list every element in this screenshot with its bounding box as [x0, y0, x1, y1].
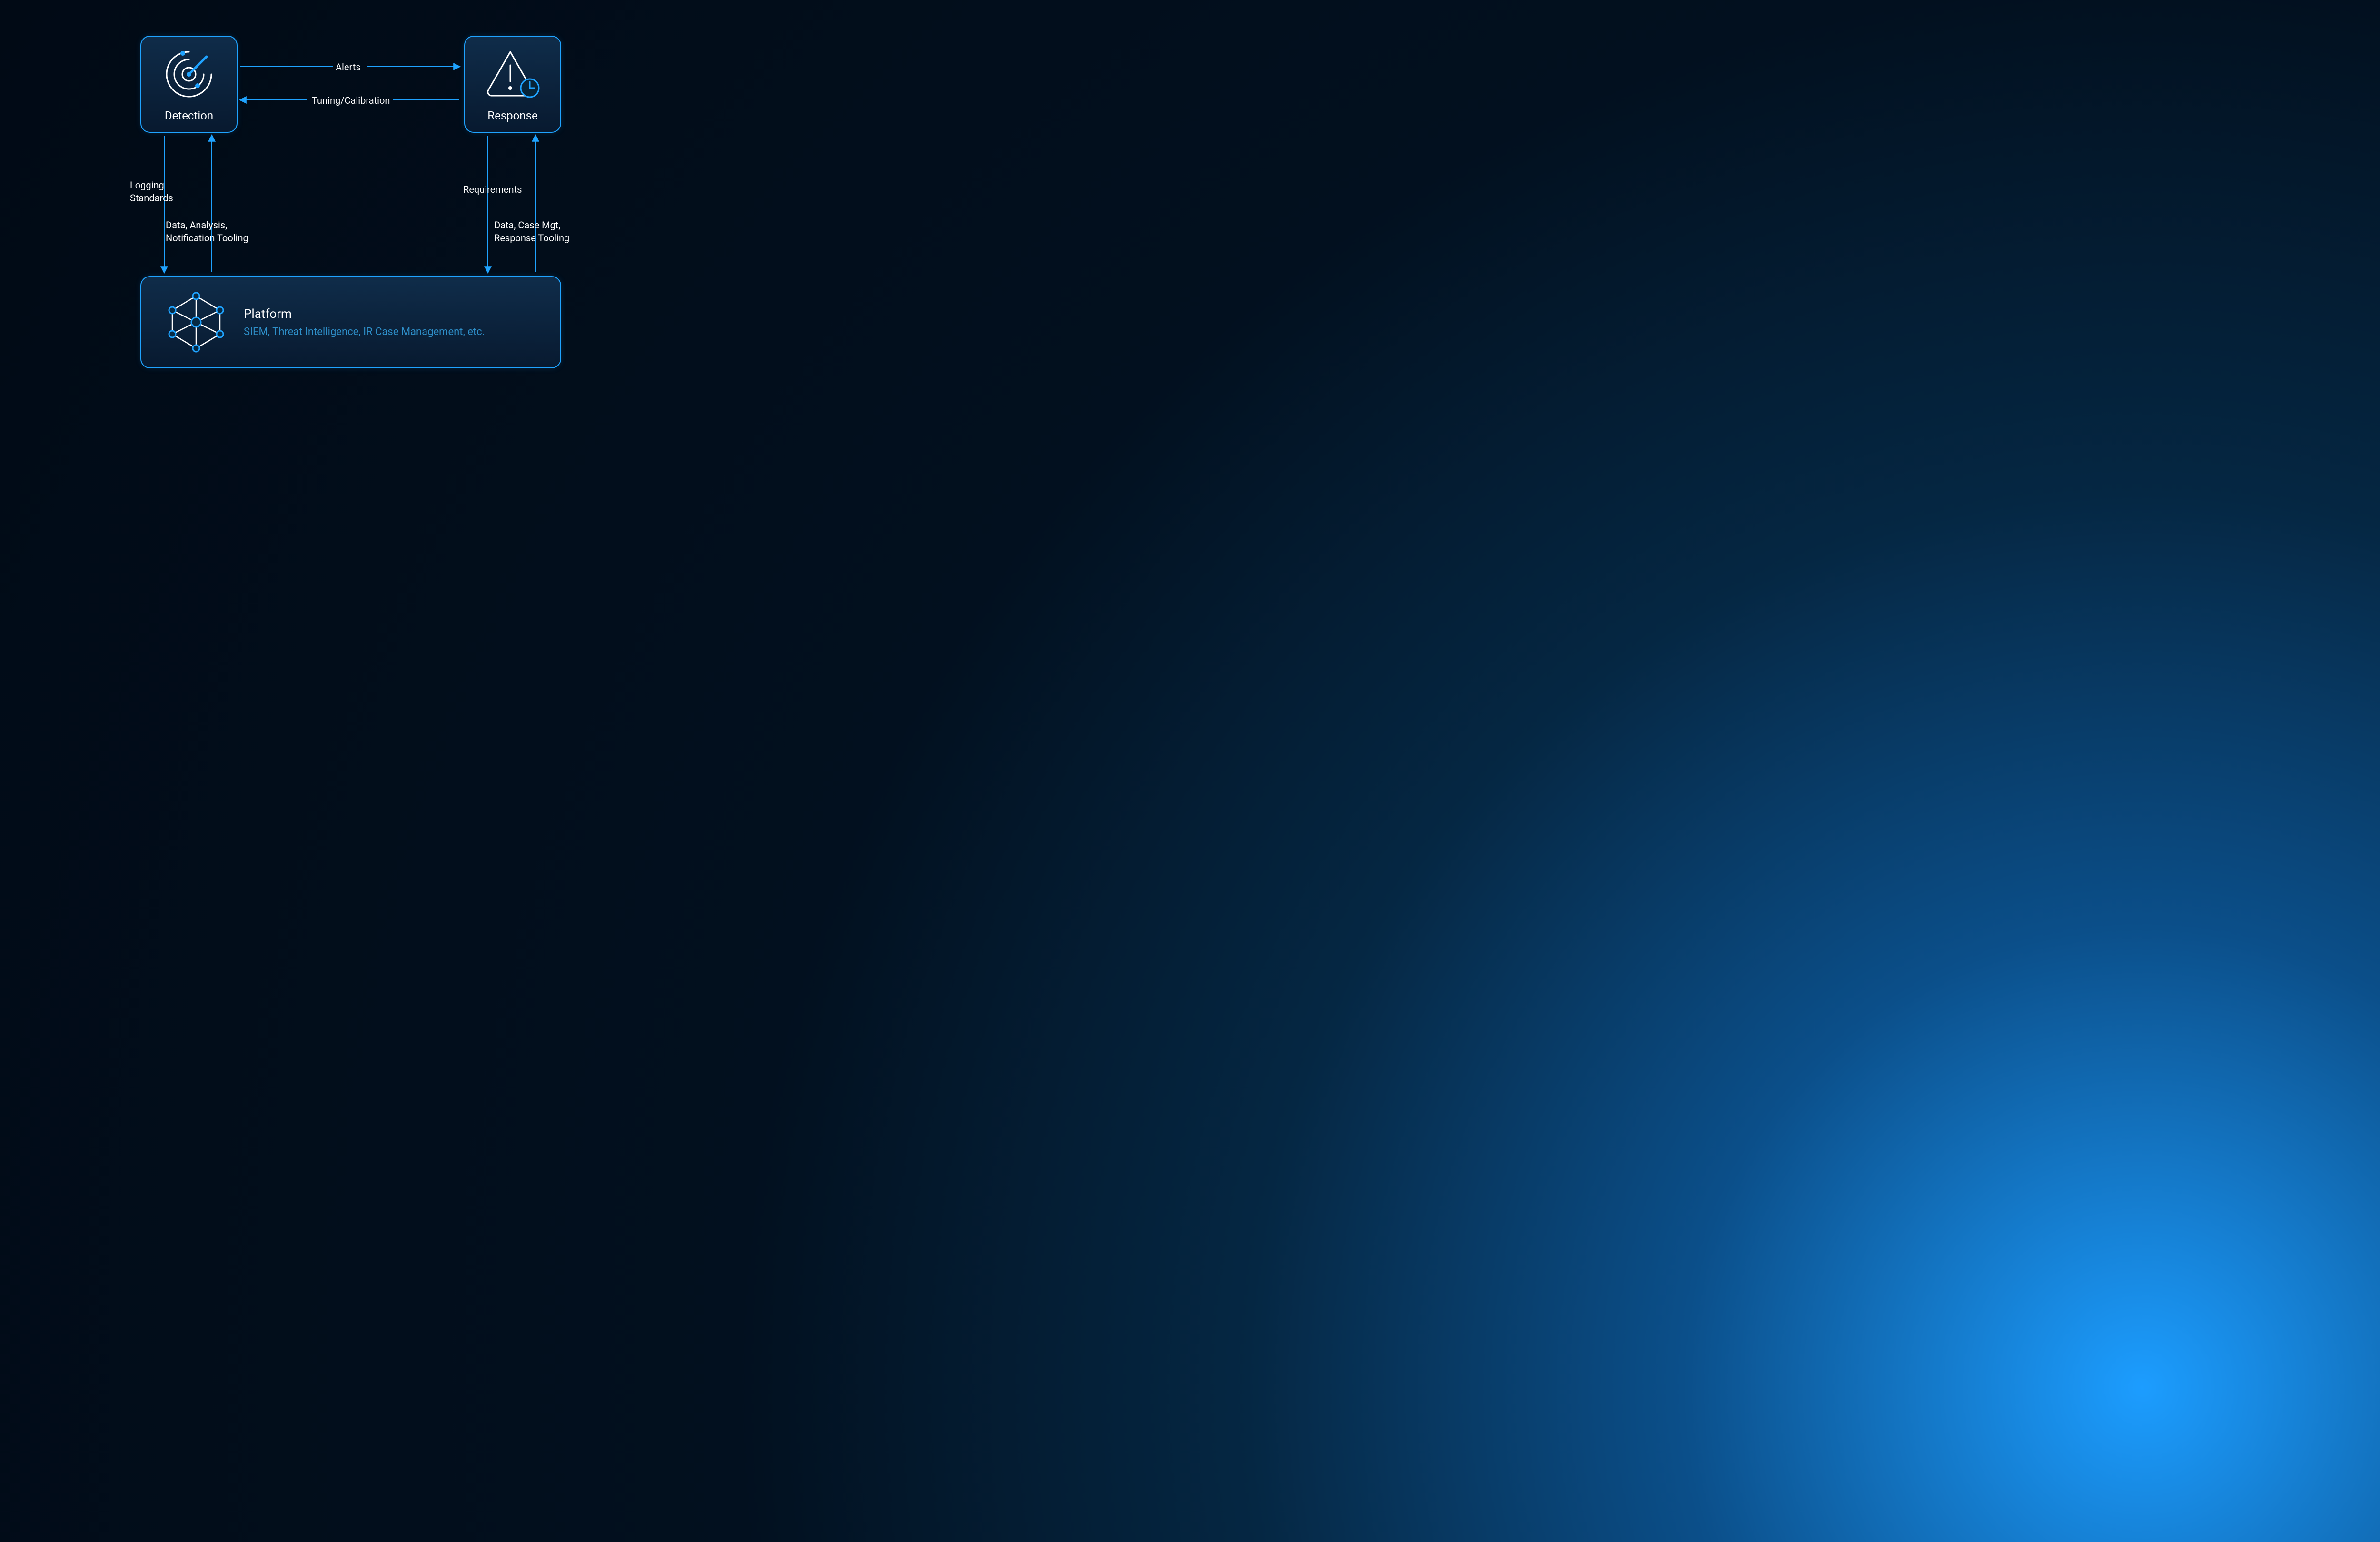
edge-logging-label: Logging Standards: [130, 179, 173, 205]
edge-alerts-label: Alerts: [336, 61, 361, 74]
edge-response-tooling-label: Data, Case Mgt, Response Tooling: [494, 219, 569, 245]
diagram-stage: Detection Response: [0, 0, 2380, 1542]
edge-requirements-label: Requirements: [463, 183, 522, 196]
edge-tuning-label: Tuning/Calibration: [312, 94, 390, 107]
edge-tooling-label: Data, Analysis, Notification Tooling: [166, 219, 248, 245]
